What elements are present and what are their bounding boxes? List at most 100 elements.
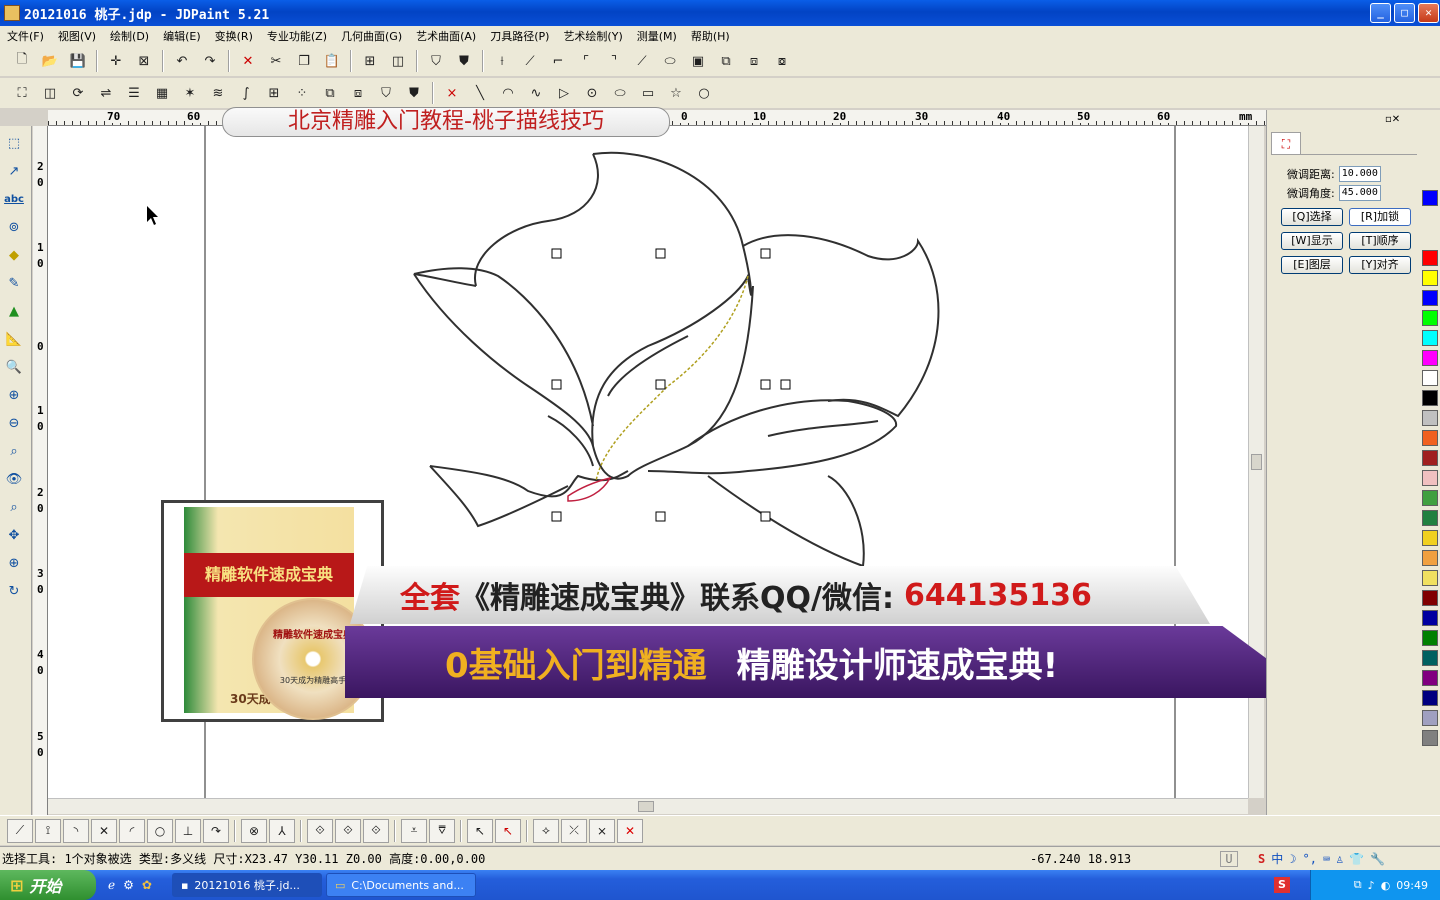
color-swatch[interactable] bbox=[1422, 190, 1438, 206]
zoom-window-icon[interactable]: 🔍 bbox=[3, 356, 25, 378]
align-bottom-icon[interactable]: ⩡ bbox=[401, 818, 427, 843]
trim-icon[interactable]: ⟊ bbox=[491, 50, 513, 72]
save-icon[interactable]: 💾 bbox=[67, 50, 89, 72]
snap-arc-icon[interactable]: ◝ bbox=[63, 818, 89, 843]
pan-icon[interactable]: ✥ bbox=[3, 524, 25, 546]
polyline-icon[interactable]: ▷ bbox=[553, 82, 575, 104]
combine-icon[interactable]: ⧇ bbox=[771, 50, 793, 72]
quicklaunch-icon[interactable]: ⚙ bbox=[123, 878, 134, 892]
angle-input[interactable]: 45.000 bbox=[1338, 185, 1381, 201]
menu-measure[interactable]: 测量(M) bbox=[630, 28, 684, 44]
ie-icon[interactable]: ℯ bbox=[108, 878, 115, 892]
align-icon[interactable]: ◫ bbox=[39, 82, 61, 104]
maximize-button[interactable]: □ bbox=[1394, 3, 1415, 23]
line-icon[interactable]: ╲ bbox=[469, 82, 491, 104]
menu-file[interactable]: 文件(F) bbox=[0, 28, 51, 44]
mirror-icon[interactable]: ⇌ bbox=[95, 82, 117, 104]
color-swatch[interactable] bbox=[1422, 510, 1438, 526]
frame-icon[interactable]: ▣ bbox=[687, 50, 709, 72]
bucket-tool-icon[interactable]: ▲ bbox=[3, 300, 25, 322]
select-box-icon[interactable]: ⊠ bbox=[133, 50, 155, 72]
break-icon[interactable]: ⟋ bbox=[631, 50, 653, 72]
snap-end-icon[interactable]: ⅄ bbox=[269, 818, 295, 843]
chamfer-icon[interactable]: ⌜ bbox=[575, 50, 597, 72]
color-swatch[interactable] bbox=[1422, 650, 1438, 666]
ime-punct-icon[interactable]: °, bbox=[1302, 852, 1316, 866]
copy-icon[interactable]: ❐ bbox=[293, 50, 315, 72]
snap-circle-icon[interactable]: ○ bbox=[147, 818, 173, 843]
color-swatch[interactable] bbox=[1422, 610, 1438, 626]
ungroup-icon[interactable]: ⧈ bbox=[743, 50, 765, 72]
measure-tool-icon[interactable]: 📐 bbox=[3, 328, 25, 350]
menu-edit[interactable]: 编辑(E) bbox=[156, 28, 208, 44]
circle-icon[interactable]: ⊙ bbox=[581, 82, 603, 104]
node-delete-icon[interactable]: ⨯ bbox=[589, 818, 615, 843]
snap-line-icon[interactable]: ⟋ bbox=[7, 818, 33, 843]
color-swatch[interactable] bbox=[1422, 630, 1438, 646]
color-swatch[interactable] bbox=[1422, 490, 1438, 506]
transform-a-icon[interactable]: ⟐ bbox=[307, 818, 333, 843]
menu-art-draw[interactable]: 艺术绘制(Y) bbox=[556, 28, 629, 44]
extend-icon[interactable]: ⟋ bbox=[519, 50, 541, 72]
select-tool-icon[interactable]: ⬚ bbox=[3, 132, 25, 154]
ime-wrench-icon[interactable]: 🔧 bbox=[1370, 852, 1385, 866]
color-swatch[interactable] bbox=[1422, 730, 1438, 746]
menu-toolpath[interactable]: 刀具路径(P) bbox=[483, 28, 556, 44]
array-icon[interactable]: ▦ bbox=[151, 82, 173, 104]
node-add-icon[interactable]: ⟡ bbox=[533, 818, 559, 843]
layer-button[interactable]: [E]图层 bbox=[1281, 256, 1343, 274]
transform-c-icon[interactable]: ⟐ bbox=[363, 818, 389, 843]
task-explorer[interactable]: ▭ C:\Documents and... bbox=[325, 873, 476, 897]
zoom-out-icon[interactable]: ⊖ bbox=[3, 412, 25, 434]
arc-icon[interactable]: ◠ bbox=[497, 82, 519, 104]
corner-icon[interactable]: ⌝ bbox=[603, 50, 625, 72]
node-move-icon[interactable]: ⤫ bbox=[561, 818, 587, 843]
color-swatch[interactable] bbox=[1422, 470, 1438, 486]
color-swatch[interactable] bbox=[1422, 530, 1438, 546]
color-swatch[interactable] bbox=[1422, 310, 1438, 326]
point-icon[interactable]: × bbox=[441, 82, 463, 104]
zoom-fit-icon[interactable]: ⌕ bbox=[3, 496, 25, 518]
redo-icon[interactable]: ↷ bbox=[199, 50, 221, 72]
pick-remove-icon[interactable]: ↖ bbox=[495, 818, 521, 843]
group-icon[interactable]: ⧉ bbox=[715, 50, 737, 72]
refresh-icon[interactable]: ↻ bbox=[3, 580, 25, 602]
grid-icon[interactable]: ⊞ bbox=[359, 50, 381, 72]
network-icon[interactable]: ⧉ bbox=[1354, 878, 1362, 892]
paste-icon[interactable]: 📋 bbox=[321, 50, 343, 72]
zoom-icon[interactable]: ⊕ bbox=[3, 552, 25, 574]
cut-icon[interactable]: ✂ bbox=[265, 50, 287, 72]
layer-icon[interactable]: ◫ bbox=[387, 50, 409, 72]
wave-icon[interactable]: ≋ bbox=[207, 82, 229, 104]
fillet-icon[interactable]: ⌐ bbox=[547, 50, 569, 72]
node-edit-icon[interactable]: ⛶ bbox=[11, 82, 33, 104]
color-swatch[interactable] bbox=[1422, 270, 1438, 286]
new-file-icon[interactable]: 🗋 bbox=[11, 50, 33, 72]
pick-add-icon[interactable]: ↖ bbox=[467, 818, 493, 843]
ellipse-icon[interactable]: ⬭ bbox=[609, 82, 631, 104]
close-button[interactable]: ✕ bbox=[1418, 3, 1439, 23]
ime-moon-icon[interactable]: ☽ bbox=[1289, 852, 1296, 866]
zoom-in-icon[interactable]: ⊕ bbox=[3, 384, 25, 406]
snap-tangent-icon[interactable]: ⟟ bbox=[35, 818, 61, 843]
color-swatch[interactable] bbox=[1422, 670, 1438, 686]
dist-input[interactable]: 10.000 bbox=[1338, 166, 1381, 182]
menu-help[interactable]: 帮助(H) bbox=[684, 28, 737, 44]
pencil-tool-icon[interactable]: ✎ bbox=[3, 272, 25, 294]
color-swatch[interactable] bbox=[1422, 410, 1438, 426]
grid-box-icon[interactable]: ⊞ bbox=[263, 82, 285, 104]
menu-view[interactable]: 视图(V) bbox=[51, 28, 103, 44]
menu-draw[interactable]: 绘制(D) bbox=[103, 28, 156, 44]
vscroll-thumb[interactable] bbox=[1251, 454, 1262, 470]
rectangle-icon[interactable]: ▭ bbox=[637, 82, 659, 104]
paste-box-icon[interactable]: ⧈ bbox=[347, 82, 369, 104]
node-tool-icon[interactable]: ↗ bbox=[3, 160, 25, 182]
shield2-icon[interactable]: ⛉ bbox=[375, 82, 397, 104]
shield2-filled-icon[interactable]: ⛊ bbox=[403, 82, 425, 104]
transform-b-icon[interactable]: ⟐ bbox=[335, 818, 361, 843]
dots-icon[interactable]: ⁘ bbox=[291, 82, 313, 104]
snap-quadrant-icon[interactable]: ◜ bbox=[119, 818, 145, 843]
view-eye-icon[interactable]: 👁 bbox=[3, 468, 25, 490]
color-swatch[interactable] bbox=[1422, 250, 1438, 266]
align-button[interactable]: [Y]对齐 bbox=[1349, 256, 1411, 274]
